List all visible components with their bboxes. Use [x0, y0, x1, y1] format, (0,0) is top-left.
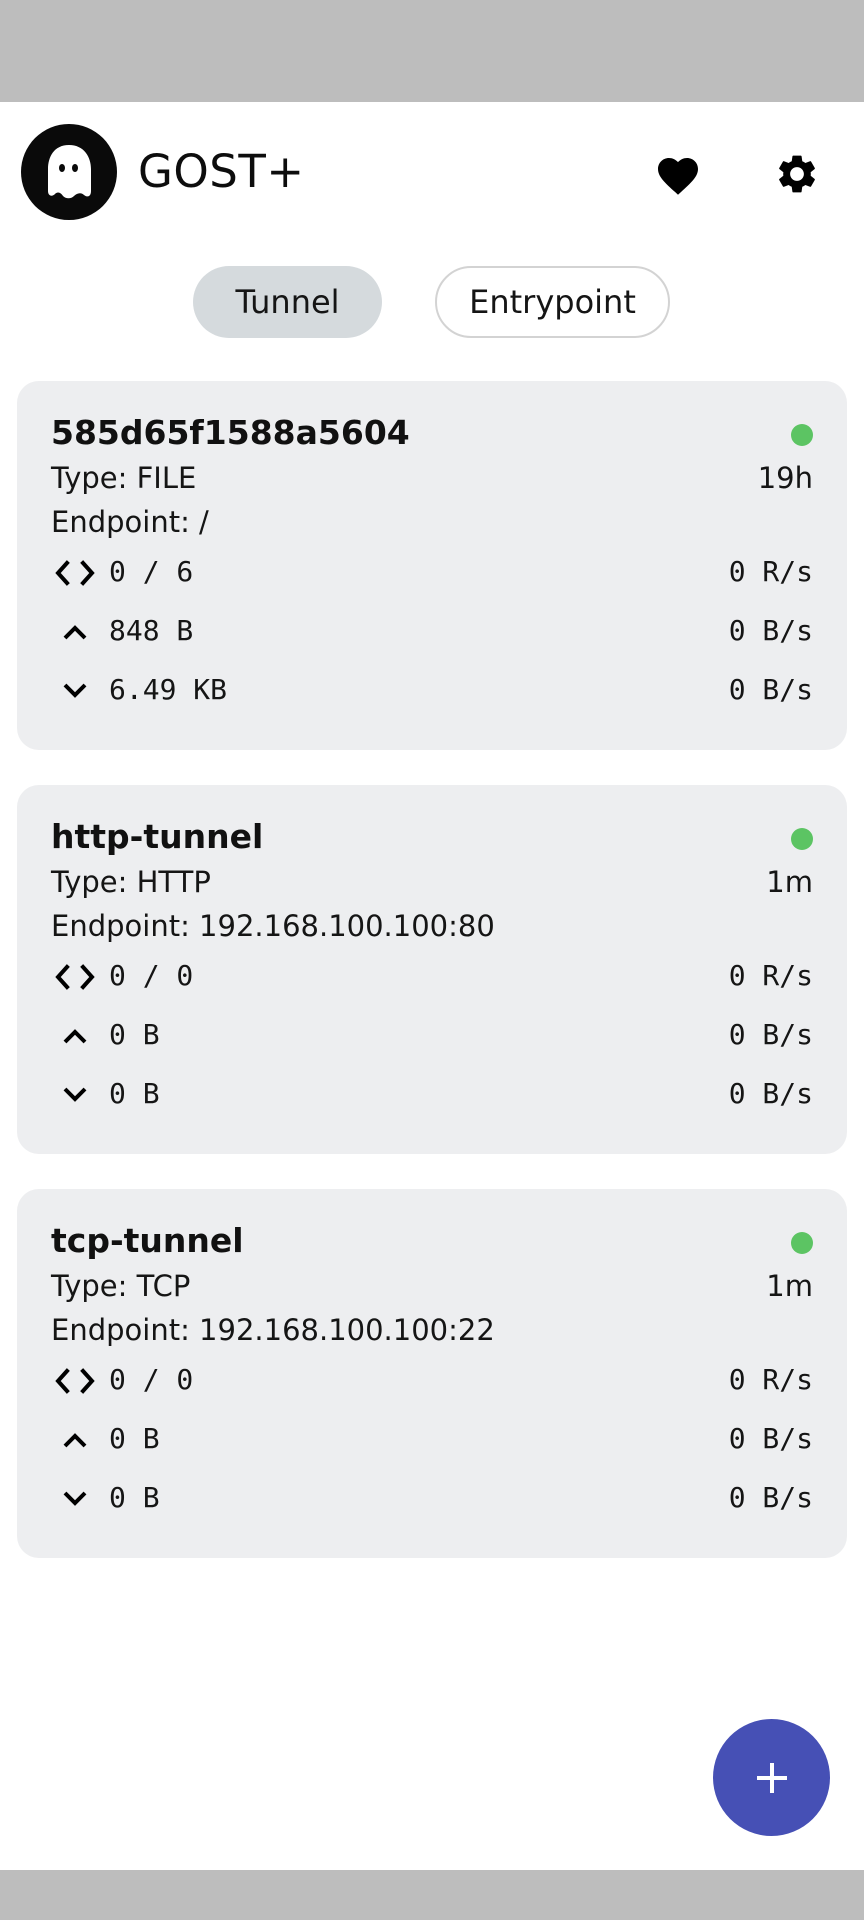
download-total: 0 B: [109, 1077, 160, 1110]
upload-total: 0 B: [109, 1018, 160, 1051]
connections-count: 0 / 6: [109, 555, 194, 588]
tunnel-endpoint: Endpoint: 192.168.100.100:22: [51, 1313, 495, 1347]
add-tunnel-button[interactable]: [713, 1719, 830, 1836]
tunnel-endpoint: Endpoint: /: [51, 505, 209, 539]
heart-icon: [658, 158, 698, 195]
connections-count: 0 / 0: [109, 1363, 194, 1396]
upload-rate: 0 B/s: [728, 1422, 813, 1455]
gear-icon: [779, 155, 815, 193]
tunnel-card[interactable]: tcp-tunnel Type: TCP 1m Endpoint: 192.16…: [17, 1189, 847, 1558]
tunnel-uptime: 1m: [766, 1269, 813, 1303]
request-rate: 0 R/s: [728, 555, 813, 588]
plus-icon: [756, 1762, 787, 1793]
tab-bar: Tunnel Entrypoint: [0, 266, 864, 338]
code-brackets-icon: [51, 1361, 99, 1401]
tunnel-name: 585d65f1588a5604: [51, 413, 410, 452]
download-total: 0 B: [109, 1481, 160, 1514]
ghost-logo-icon: [21, 124, 117, 220]
request-rate: 0 R/s: [728, 1363, 813, 1396]
code-brackets-icon: [51, 957, 99, 997]
tunnel-uptime: 19h: [757, 461, 813, 495]
upload-total: 0 B: [109, 1422, 160, 1455]
chevron-up-icon: [51, 1016, 99, 1056]
request-rate: 0 R/s: [728, 959, 813, 992]
upload-total: 848 B: [109, 614, 194, 647]
tunnel-type: Type: HTTP: [51, 865, 211, 899]
upload-rate: 0 B/s: [728, 614, 813, 647]
chevron-up-icon: [51, 612, 99, 652]
tunnel-endpoint: Endpoint: 192.168.100.100:80: [51, 909, 495, 943]
status-bar: [0, 0, 864, 102]
tunnel-card[interactable]: http-tunnel Type: HTTP 1m Endpoint: 192.…: [17, 785, 847, 1154]
tunnel-name: http-tunnel: [51, 817, 264, 856]
tunnel-name: tcp-tunnel: [51, 1221, 244, 1260]
tunnel-type: Type: FILE: [51, 461, 197, 495]
tunnel-uptime: 1m: [766, 865, 813, 899]
tab-tunnel[interactable]: Tunnel: [193, 266, 382, 338]
connections-count: 0 / 0: [109, 959, 194, 992]
status-indicator: [791, 1232, 813, 1254]
download-rate: 0 B/s: [728, 673, 813, 706]
tab-entrypoint[interactable]: Entrypoint: [435, 266, 670, 338]
chevron-down-icon: [51, 671, 99, 711]
tunnel-card[interactable]: 585d65f1588a5604 Type: FILE 19h Endpoint…: [17, 381, 847, 750]
chevron-down-icon: [51, 1075, 99, 1115]
tunnel-type: Type: TCP: [51, 1269, 191, 1303]
status-indicator: [791, 424, 813, 446]
app-header: GOST+: [0, 102, 864, 242]
favorite-button[interactable]: [646, 142, 710, 206]
download-rate: 0 B/s: [728, 1481, 813, 1514]
download-total: 6.49 KB: [109, 673, 228, 706]
navigation-bar: [0, 1870, 864, 1920]
status-indicator: [791, 828, 813, 850]
settings-button[interactable]: [765, 142, 829, 206]
chevron-up-icon: [51, 1420, 99, 1460]
upload-rate: 0 B/s: [728, 1018, 813, 1051]
app-title: GOST+: [138, 145, 305, 198]
code-brackets-icon: [51, 553, 99, 593]
chevron-down-icon: [51, 1479, 99, 1519]
download-rate: 0 B/s: [728, 1077, 813, 1110]
